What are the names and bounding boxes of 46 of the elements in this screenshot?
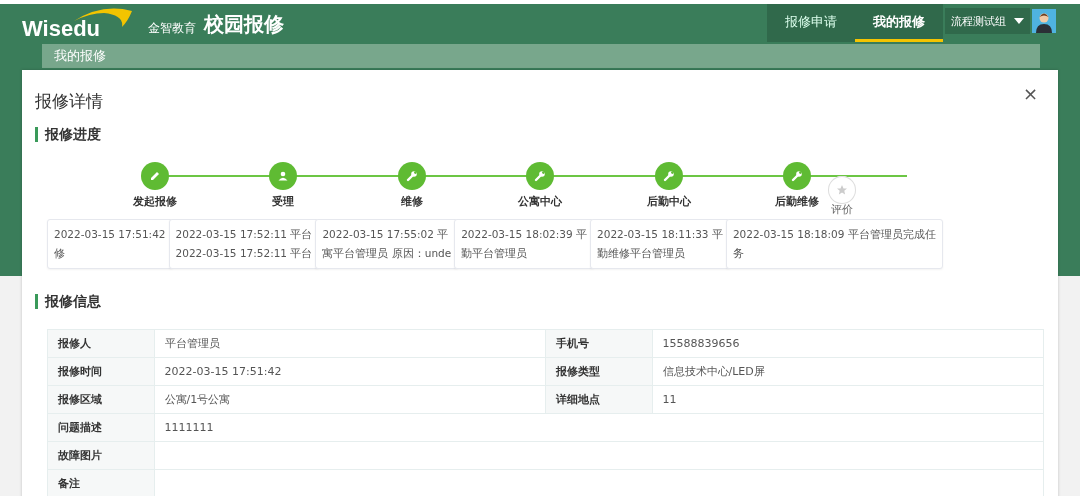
field-value: 11 [652, 385, 1044, 414]
log-text: 修 [54, 246, 66, 261]
section-heading: 报修进度 [35, 127, 101, 142]
log-text: 2022-03-15 18:11:33 平 [597, 227, 723, 242]
log-text: 2022-03-15 17:51:42 [54, 227, 166, 242]
field-label: 报修时间 [47, 357, 155, 386]
step-label: 受理 [272, 194, 295, 209]
nav-tab[interactable]: 报修申请 [767, 4, 855, 42]
log-text: 2022-03-15 18:02:39 平 [461, 227, 588, 242]
field-value: 信息技术中心/LED屏 [652, 357, 1044, 386]
field-value: 15588839656 [652, 329, 1044, 358]
log-text: 务 [732, 246, 745, 261]
field-label: 报修区域 [47, 385, 155, 414]
close-button[interactable]: × [1016, 82, 1044, 105]
field-label: 手机号 [545, 329, 652, 358]
step-label: 公寓中心 [518, 194, 563, 209]
field-label: 故障图片 [47, 441, 155, 470]
logo: Wisedu [22, 7, 134, 41]
field-label: 详细地点 [545, 385, 652, 414]
field-value: 2022-03-15 17:51:42 [154, 357, 546, 386]
step-label: 后勤中心 [646, 194, 691, 209]
step-label: 评价 [831, 204, 853, 216]
log-text: 2022-03-15 18:18:09 平台管理员完成任 [732, 227, 936, 242]
field-label: 报修类型 [545, 357, 652, 386]
log-text: 勤维修平台管理员 [597, 246, 687, 261]
field-value: 1111111 [154, 413, 1044, 442]
dialog-title: 报修详情 [35, 90, 103, 113]
field-label: 报修人 [47, 329, 155, 358]
user-menu[interactable]: 流程测试组 [945, 8, 1030, 34]
step-label: 后勤维修 [775, 194, 819, 209]
field-value: 公寓/1号公寓 [154, 385, 546, 414]
log-text: 2022-03-15 17:52:11 平台 [175, 246, 313, 261]
field-value: 平台管理员 [154, 329, 546, 358]
log-text: 寓平台管理员 原因：unde [322, 246, 452, 261]
step-label: 维修 [400, 194, 423, 209]
field-label: 问题描述 [47, 413, 155, 442]
step-label: 发起报修 [133, 194, 177, 209]
log-text: 2022-03-15 17:55:02 平 [322, 227, 450, 242]
log-text: 勤平台管理员 [461, 246, 529, 261]
breadcrumb-bar: 我的报修 [42, 44, 1040, 68]
section-heading: 报修信息 [35, 294, 101, 309]
company-name: 金智教育 [148, 19, 196, 37]
field-label: 备注 [47, 469, 155, 496]
log-text: 2022-03-15 17:52:11 平台 [175, 227, 313, 242]
app-title: 校园报修 [204, 10, 284, 38]
caret-icon [1014, 18, 1024, 24]
